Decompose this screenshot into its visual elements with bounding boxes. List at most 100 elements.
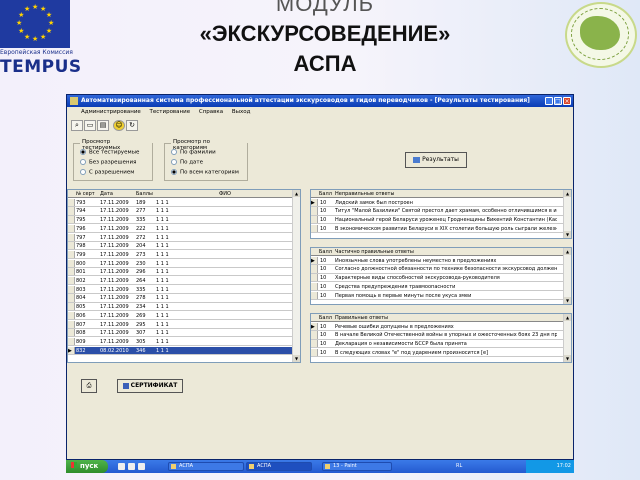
scroll-up-icon[interactable]: ▲	[293, 190, 300, 197]
answer-row[interactable]: ▶ 10 Речевые ошибки допущены в предложения…	[311, 322, 565, 331]
answer-row[interactable]: 10 В начале Великой Отечественной войны в…	[311, 331, 565, 340]
radio-without-permission[interactable]: Без разрешения	[80, 159, 136, 166]
maximize-icon[interactable]: □	[554, 97, 562, 105]
answer-row[interactable]: ▶ 10 Иноязычные слова употреблены неуместн…	[311, 256, 565, 265]
quicklaunch-icon-1[interactable]	[118, 463, 125, 470]
row-indicator[interactable]	[68, 320, 75, 328]
table-row[interactable]: 803 17.11.2009 335 1 1 1	[68, 285, 294, 294]
row-indicator[interactable]	[68, 250, 75, 259]
row-indicator[interactable]	[311, 265, 318, 273]
row-indicator[interactable]: ▶	[68, 346, 75, 354]
table-row[interactable]: 800 17.11.2009 230 1 1 1	[68, 259, 294, 268]
row-indicator[interactable]: ▶	[311, 322, 318, 330]
answer-row[interactable]: 10 Согласно должностной обязанности по те…	[311, 265, 565, 274]
answer-row[interactable]: 10 Средства предупреждения травмоопасност…	[311, 282, 565, 291]
row-indicator[interactable]: ▶	[311, 198, 318, 206]
row-indicator[interactable]	[311, 216, 318, 224]
answer-row[interactable]: 10 Характерные виды способностей экскурсо…	[311, 274, 565, 283]
answer-row[interactable]: 10 В экономическом развитии Беларуси в XI…	[311, 224, 565, 233]
table-row[interactable]: 809 17.11.2009 305 1 1 1	[68, 337, 294, 347]
radio-with-permission[interactable]: С разрешением	[80, 169, 134, 176]
answer-row[interactable]: 10 Декларация о независимости БССР была п…	[311, 340, 565, 349]
scroll-down-icon[interactable]: ▼	[564, 297, 571, 304]
correct-answers-table[interactable]: Балл Правильные ответы ▶ 10 Речевые ошибки д…	[310, 313, 572, 363]
scroll-down-icon[interactable]: ▼	[564, 231, 571, 238]
certificate-button[interactable]: СЕРТИФИКАТ	[117, 379, 183, 393]
task-aspa-app[interactable]: АСПА	[246, 462, 312, 471]
partial-answers-table[interactable]: Балл Частично правильные ответы ▶ 10 Иноязыч…	[310, 247, 572, 305]
scroll-up-icon[interactable]: ▲	[564, 248, 571, 255]
row-indicator[interactable]	[311, 331, 318, 339]
scroll-up-icon[interactable]: ▲	[564, 314, 571, 321]
scroll-down-icon[interactable]: ▼	[564, 355, 571, 362]
menu-testing[interactable]: Тестирование	[150, 109, 191, 115]
certificates-table[interactable]: № серт Дата Баллы ФИО 793 17.11.2009 189 1 1 17…	[67, 189, 301, 363]
table-row[interactable]: 801 17.11.2009 296 1 1 1	[68, 268, 294, 277]
close-icon[interactable]: ×	[563, 97, 571, 105]
row-indicator[interactable]: ▶	[311, 256, 318, 264]
answer-row[interactable]: 10 В следующих словах "е" под ударением п…	[311, 348, 565, 357]
task-aspa-folder[interactable]: АСПА	[168, 462, 244, 471]
row-indicator[interactable]	[68, 259, 75, 267]
window-titlebar[interactable]: Автоматизированная система профессиональ…	[67, 95, 573, 107]
menu-admin[interactable]: Администрирование	[81, 109, 141, 115]
row-indicator[interactable]	[311, 224, 318, 232]
table-row[interactable]: 799 17.11.2009 273 1 1 1	[68, 250, 294, 260]
minimize-icon[interactable]: _	[545, 97, 553, 105]
row-indicator[interactable]	[68, 285, 75, 293]
row-indicator[interactable]	[311, 340, 318, 348]
table-row[interactable]: 806 17.11.2009 269 1 1 1	[68, 311, 294, 320]
scroll-up-icon[interactable]: ▲	[564, 190, 571, 197]
row-indicator[interactable]	[68, 311, 75, 319]
row-indicator[interactable]	[68, 337, 75, 346]
print-button[interactable]: ⎙	[81, 379, 97, 393]
row-indicator[interactable]	[68, 303, 75, 311]
table-row[interactable]: ▶ 832 08.02.2010 346 1 1 1	[68, 346, 294, 355]
radio-by-all-categories[interactable]: По всем категориям	[171, 169, 239, 176]
answer-row[interactable]: 10 Национальный герой Беларуси уроженец Г…	[311, 216, 565, 225]
language-indicator[interactable]: RL	[456, 460, 462, 473]
table-row[interactable]: 794 17.11.2009 277 1 1 1	[68, 207, 294, 216]
task-paint[interactable]: 13 - Paint	[322, 462, 392, 471]
table-row[interactable]: 796 17.11.2009 222 1 1 1	[68, 224, 294, 233]
row-indicator[interactable]	[68, 242, 75, 250]
row-indicator[interactable]	[68, 198, 75, 206]
menu-exit[interactable]: Выход	[232, 109, 251, 115]
start-button[interactable]: пуск	[66, 460, 108, 473]
table-row[interactable]: 798 17.11.2009 204 1 1 1	[68, 242, 294, 251]
vertical-scrollbar[interactable]: ▲ ▼	[292, 190, 300, 362]
table-row[interactable]: 805 17.11.2009 234 1 1 1	[68, 303, 294, 312]
table-row[interactable]: 807 17.11.2009 295 1 1 1	[68, 320, 294, 329]
table-row[interactable]: 793 17.11.2009 189 1 1 1	[68, 198, 294, 207]
row-indicator[interactable]	[311, 274, 318, 282]
answer-row[interactable]: 10 Титул "Малой Базилики" Святой престол …	[311, 207, 565, 216]
quicklaunch-icon-3[interactable]	[138, 463, 145, 470]
row-indicator[interactable]	[311, 291, 318, 299]
row-indicator[interactable]	[311, 348, 318, 356]
vertical-scrollbar[interactable]: ▲ ▼	[563, 314, 571, 362]
row-indicator[interactable]	[311, 282, 318, 290]
scroll-down-icon[interactable]: ▼	[293, 355, 300, 362]
open-icon[interactable]: ▭	[84, 120, 96, 131]
menu-help[interactable]: Справка	[199, 109, 223, 115]
row-indicator[interactable]	[68, 294, 75, 302]
radio-by-surname[interactable]: По фамилии	[171, 149, 216, 156]
search-icon[interactable]: ⌕	[71, 120, 83, 131]
radio-by-date[interactable]: По дате	[171, 159, 203, 166]
row-indicator[interactable]	[311, 207, 318, 215]
answer-row[interactable]: 10 Первая помощь в первые минуты после ук…	[311, 291, 565, 300]
row-indicator[interactable]	[68, 233, 75, 241]
document-icon[interactable]: ▤	[97, 120, 109, 131]
row-indicator[interactable]	[68, 224, 75, 232]
quicklaunch-icon-2[interactable]	[128, 463, 135, 470]
vertical-scrollbar[interactable]: ▲ ▼	[563, 248, 571, 304]
smiley-icon[interactable]: ☺	[113, 120, 125, 131]
wrong-answers-table[interactable]: Балл Неправильные ответы ▶ 10 Лидский замок …	[310, 189, 572, 239]
radio-all-testees[interactable]: Все тестируемые	[80, 149, 139, 156]
table-row[interactable]: 797 17.11.2009 272 1 1 1	[68, 233, 294, 242]
table-row[interactable]: 804 17.11.2009 278 1 1 1	[68, 294, 294, 303]
answer-row[interactable]: ▶ 10 Лидский замок был построен	[311, 198, 565, 207]
table-row[interactable]: 802 17.11.2009 264 1 1 1	[68, 277, 294, 286]
row-indicator[interactable]	[68, 277, 75, 285]
row-indicator[interactable]	[68, 216, 75, 224]
